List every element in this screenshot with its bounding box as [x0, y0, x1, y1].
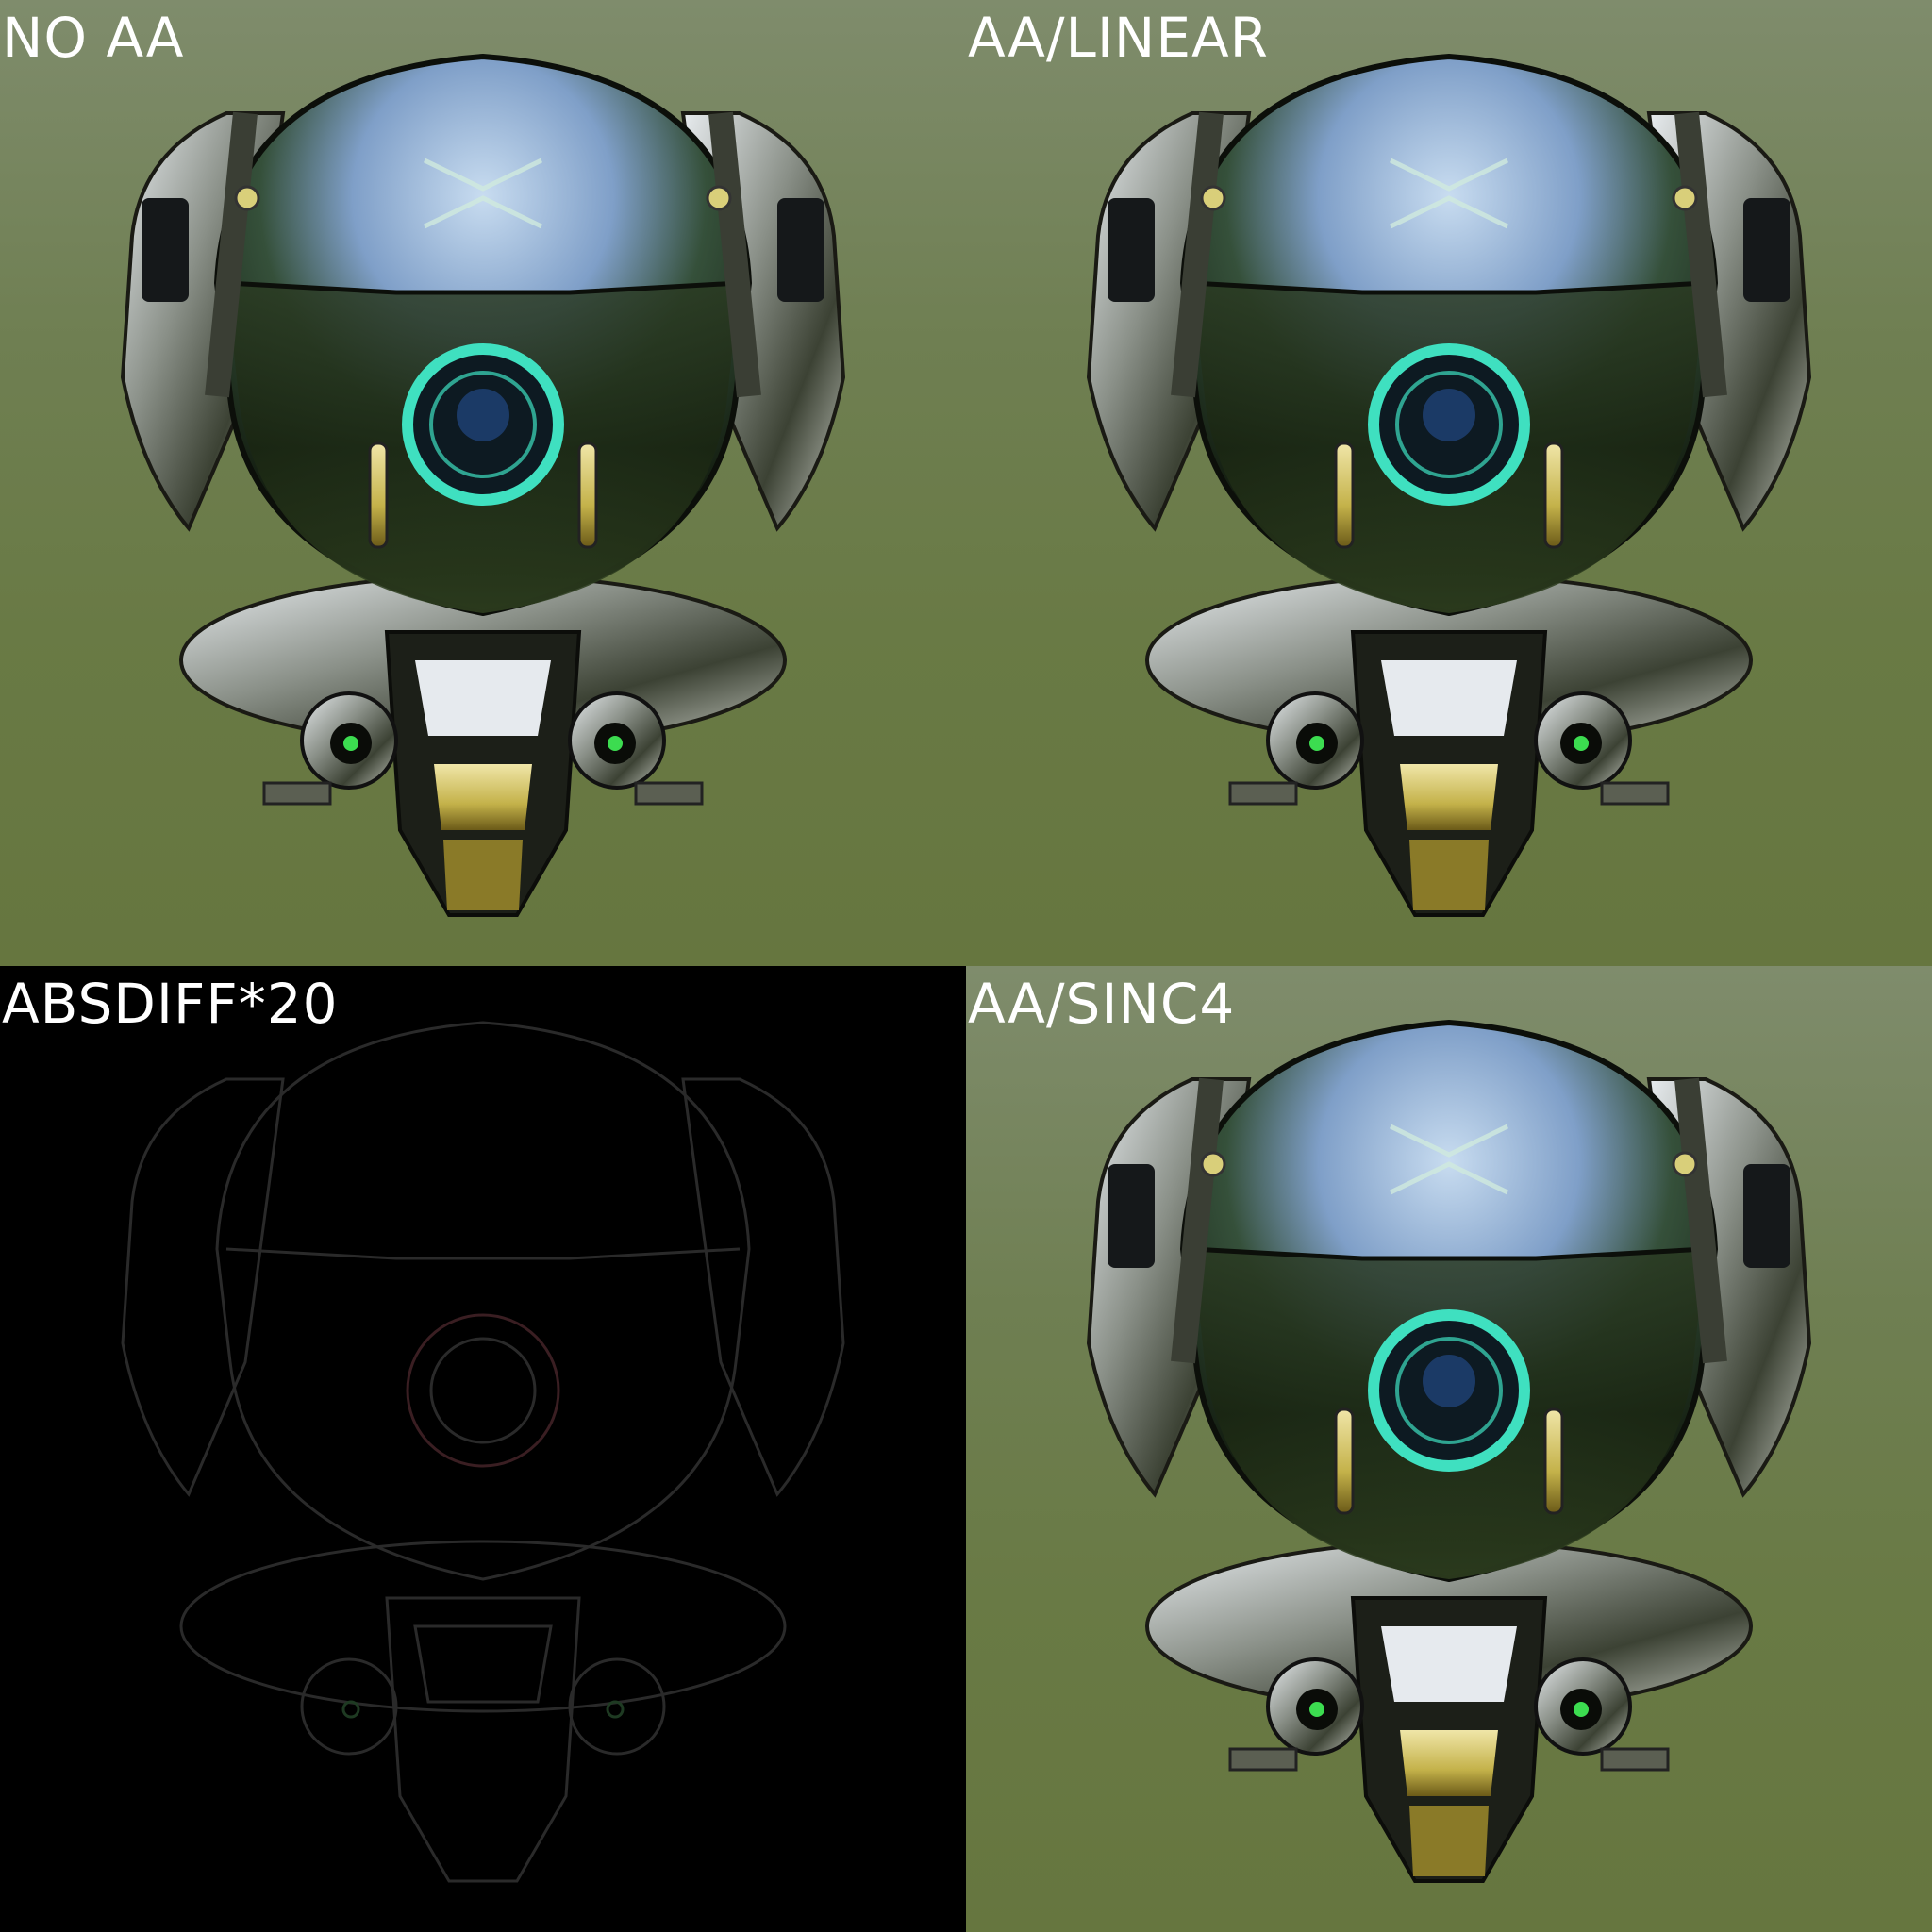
- helmet-diff-edges: [121, 1021, 845, 1883]
- panel-label: ABSDIFF*20: [2, 972, 339, 1036]
- panel-absdiff: ABSDIFF*20: [0, 966, 966, 1932]
- panel-label: AA/LINEAR: [968, 6, 1269, 70]
- panel-aa-linear: AA/LINEAR: [966, 0, 1932, 966]
- panel-no-aa: NO AA: [0, 0, 966, 966]
- panel-label: AA/SINC4: [968, 972, 1236, 1036]
- helmet-render-aa-linear: [966, 0, 1932, 966]
- comparison-grid: NO AA AA/LINEAR ABSDIFF*20 AA/SINC4: [0, 0, 1932, 1932]
- helmet-render-no-aa: [0, 0, 966, 966]
- panel-label: NO AA: [2, 6, 185, 70]
- panel-aa-sinc4: AA/SINC4: [966, 966, 1932, 1932]
- helmet-render-aa-sinc4: [966, 966, 1932, 1932]
